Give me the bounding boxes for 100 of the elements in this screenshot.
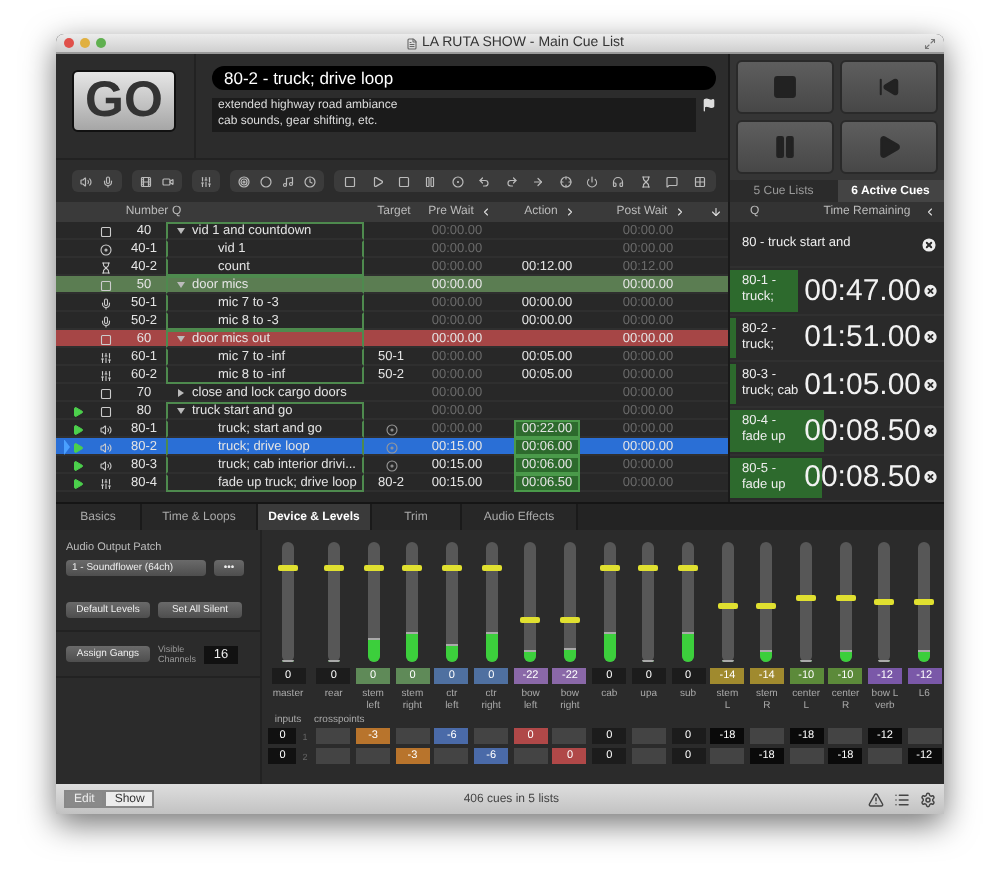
hourglass-icon: [99, 261, 111, 273]
sliders-icon: [99, 477, 111, 489]
crosspoint-cell[interactable]: [395, 728, 430, 744]
expanded-triangle-icon[interactable]: [176, 406, 186, 416]
close-icon[interactable]: [921, 281, 938, 300]
pause-icon: [772, 134, 798, 160]
sliders-icon[interactable]: [200, 175, 212, 187]
fader-thumb[interactable]: [717, 603, 738, 610]
fader-thumb[interactable]: [559, 617, 580, 623]
chevron-right-icon[interactable]: [673, 206, 686, 218]
arrow-down-icon[interactable]: [710, 206, 722, 218]
time-remaining: 01:05.00: [804, 367, 922, 402]
resume-button[interactable]: [840, 120, 938, 174]
clock-icon[interactable]: [304, 175, 316, 187]
sliders-icon: [99, 351, 111, 363]
power-icon[interactable]: [586, 175, 598, 187]
crosspoint-cell[interactable]: [316, 728, 351, 744]
crosspoint-cell[interactable]: [749, 728, 784, 744]
crosspoint-cell[interactable]: [631, 748, 666, 764]
crosspoint-cell[interactable]: [828, 728, 863, 744]
fader-thumb[interactable]: [796, 595, 817, 602]
warning-icon[interactable]: [868, 791, 884, 807]
document-icon: [405, 37, 418, 49]
speaker-icon: [99, 441, 111, 453]
close-icon[interactable]: [921, 328, 938, 347]
time-remaining: 00:47.00: [804, 273, 922, 308]
mic-icon: [99, 315, 111, 327]
chevron-left-icon[interactable]: [924, 206, 936, 218]
mic-icon: [99, 297, 111, 309]
target-icon[interactable]: [238, 175, 250, 187]
chevron-right-icon[interactable]: [563, 206, 576, 218]
disc-icon: [99, 243, 111, 255]
settings-icon[interactable]: [920, 791, 936, 807]
current-cue-title: 80-2 - truck; drive loop: [212, 66, 716, 90]
crosspoint-cell[interactable]: [316, 748, 351, 764]
pause-icon[interactable]: [424, 175, 437, 187]
circle-dot-icon[interactable]: [451, 175, 464, 187]
crosspoint-cell[interactable]: [907, 728, 942, 744]
fader-thumb[interactable]: [678, 565, 699, 572]
crosspoint-cell[interactable]: [434, 748, 469, 764]
fader-thumb[interactable]: [363, 565, 384, 572]
close-icon[interactable]: [921, 468, 938, 487]
chevron-left-icon[interactable]: [479, 206, 492, 218]
music-note-icon[interactable]: [282, 175, 294, 187]
group-icon: [99, 225, 111, 237]
flag-icon[interactable]: [702, 98, 716, 112]
speaker-icon[interactable]: [80, 175, 92, 187]
time-remaining: 00:08.50: [804, 413, 922, 448]
play-icon[interactable]: [371, 175, 384, 187]
close-icon[interactable]: [921, 421, 938, 440]
fullscreen-icon[interactable]: [924, 37, 936, 49]
fader-thumb[interactable]: [914, 599, 935, 605]
crosspoint-cell[interactable]: [867, 748, 902, 764]
stop-icon: [772, 74, 798, 100]
speech-bubble-icon[interactable]: [666, 175, 679, 187]
grid-icon[interactable]: [693, 175, 706, 187]
mic-icon[interactable]: [102, 175, 114, 187]
collapsed-triangle-icon[interactable]: [176, 388, 186, 398]
crosspoint-cell[interactable]: [789, 748, 824, 764]
pause-button[interactable]: [736, 120, 834, 174]
fader-thumb[interactable]: [874, 599, 895, 605]
headphones-icon[interactable]: [612, 175, 625, 187]
fader-thumb[interactable]: [520, 617, 541, 623]
close-icon[interactable]: [921, 375, 938, 394]
crosshair-icon[interactable]: [559, 175, 572, 187]
close-icon[interactable]: [920, 235, 938, 254]
crosspoint-cell[interactable]: [552, 728, 587, 744]
stop-button[interactable]: [736, 60, 834, 114]
undo-icon[interactable]: [478, 175, 491, 187]
stop-icon[interactable]: [398, 175, 411, 187]
hourglass-icon[interactable]: [639, 175, 652, 187]
crosspoint-cell[interactable]: [631, 728, 666, 744]
skip-back-icon: [878, 76, 900, 98]
film-icon[interactable]: [140, 175, 152, 187]
redo-icon[interactable]: [505, 175, 518, 187]
fader-thumb[interactable]: [278, 565, 298, 572]
fader-thumb[interactable]: [481, 565, 502, 572]
crosspoint-cell[interactable]: [356, 748, 391, 764]
camera-icon[interactable]: [162, 175, 174, 187]
time-remaining: 00:08.50: [804, 460, 922, 495]
go-button[interactable]: GO: [72, 70, 176, 132]
fader-thumb[interactable]: [323, 565, 344, 572]
dot-icon[interactable]: [260, 175, 272, 187]
group-icon[interactable]: [344, 175, 357, 187]
list-icon[interactable]: [894, 791, 910, 807]
expanded-triangle-icon[interactable]: [176, 226, 186, 236]
arrow-right-icon[interactable]: [532, 175, 545, 187]
speaker-icon: [99, 459, 111, 471]
fader-thumb[interactable]: [599, 565, 620, 572]
close-button[interactable]: [64, 38, 74, 48]
fader-thumb[interactable]: [756, 603, 777, 610]
fader-thumb[interactable]: [441, 565, 462, 572]
rewind-button[interactable]: [840, 60, 938, 114]
crosspoint-cell[interactable]: [513, 748, 548, 764]
fader-thumb[interactable]: [835, 595, 856, 602]
crosspoint-cell[interactable]: [710, 748, 745, 764]
group-icon: [99, 279, 111, 291]
crosspoint-cell[interactable]: [474, 728, 509, 744]
fader-thumb[interactable]: [638, 565, 659, 572]
fader-thumb[interactable]: [402, 565, 423, 572]
